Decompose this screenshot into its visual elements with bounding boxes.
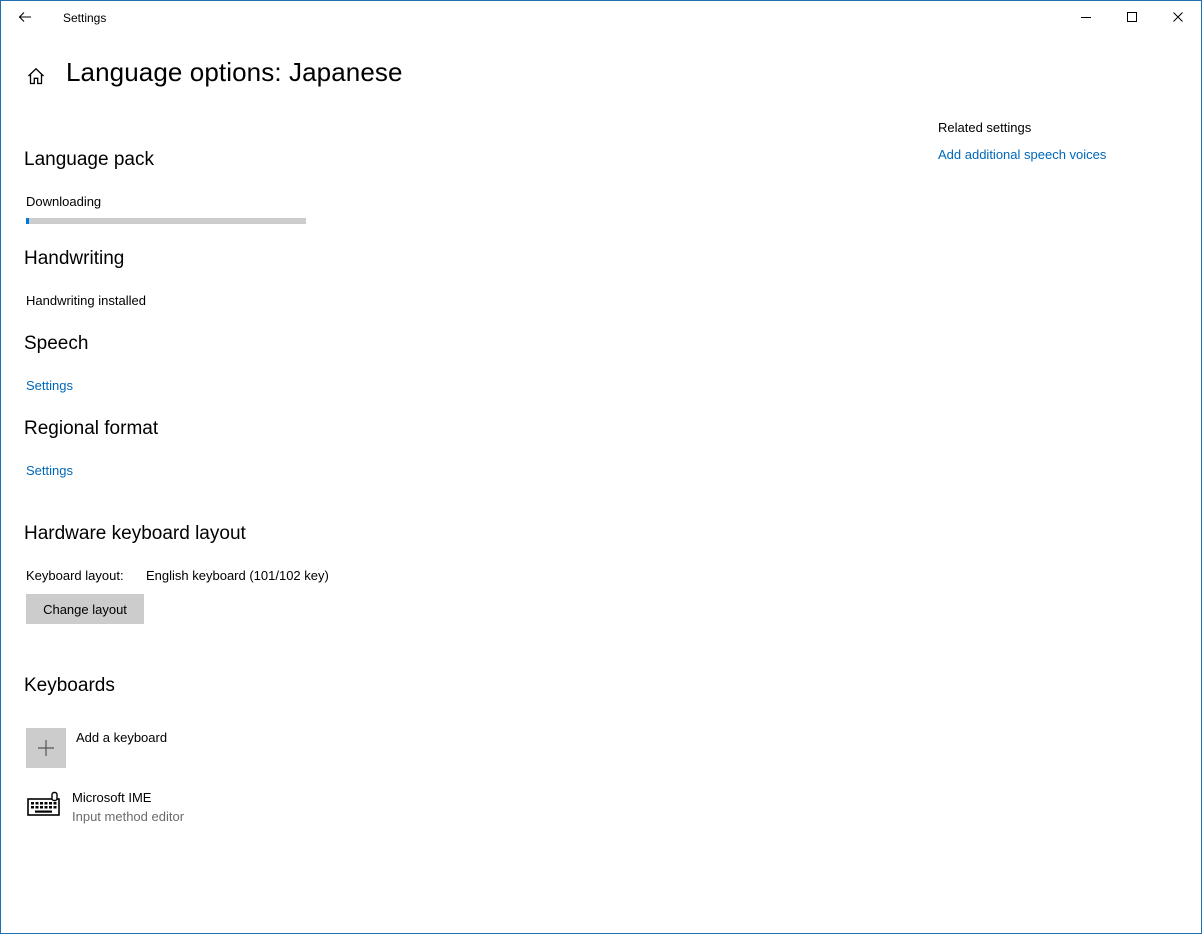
keyboard-item-name[interactable]: Microsoft IME — [72, 790, 151, 805]
speech-settings-link[interactable]: Settings — [26, 378, 73, 393]
hardware-keyboard-heading: Hardware keyboard layout — [24, 523, 246, 544]
plus-icon — [38, 740, 54, 756]
change-layout-button[interactable]: Change layout — [26, 594, 144, 624]
app-title: Settings — [63, 11, 107, 25]
back-button[interactable] — [9, 3, 41, 31]
back-arrow-icon — [18, 12, 31, 22]
keyboard-item-description: Input method editor — [72, 809, 185, 824]
related-settings-heading: Related settings — [938, 120, 1032, 135]
add-keyboard-label[interactable]: Add a keyboard — [76, 730, 167, 745]
close-button[interactable] — [1155, 1, 1201, 33]
maximize-icon — [1127, 12, 1137, 22]
keyboard-layout-value: English keyboard (101/102 key) — [146, 568, 329, 583]
minimize-icon — [1081, 17, 1091, 18]
keyboards-heading: Keyboards — [24, 675, 115, 696]
maximize-button[interactable] — [1109, 1, 1155, 33]
progress-fill — [26, 218, 29, 224]
handwriting-heading: Handwriting — [24, 248, 125, 269]
settings-window: Settings Language options: Japanese Lang… — [0, 0, 1202, 934]
regional-format-heading: Regional format — [24, 418, 159, 439]
keyboard-icon[interactable] — [26, 791, 62, 819]
language-pack-progress-bar — [26, 218, 306, 224]
speech-heading: Speech — [24, 333, 89, 354]
title-bar: Settings — [1, 1, 1201, 33]
minimize-button[interactable] — [1063, 1, 1109, 33]
add-speech-voices-link[interactable]: Add additional speech voices — [938, 147, 1106, 162]
handwriting-status: Handwriting installed — [26, 293, 146, 308]
home-button[interactable] — [23, 63, 49, 89]
regional-format-settings-link[interactable]: Settings — [26, 463, 73, 478]
language-pack-heading: Language pack — [24, 149, 154, 170]
home-icon — [28, 67, 44, 85]
language-pack-status: Downloading — [26, 194, 102, 209]
keyboard-layout-label: Keyboard layout: — [26, 568, 124, 583]
add-keyboard-button[interactable] — [26, 728, 66, 768]
close-icon — [1173, 12, 1183, 22]
page-title: Language options: Japanese — [66, 57, 403, 87]
